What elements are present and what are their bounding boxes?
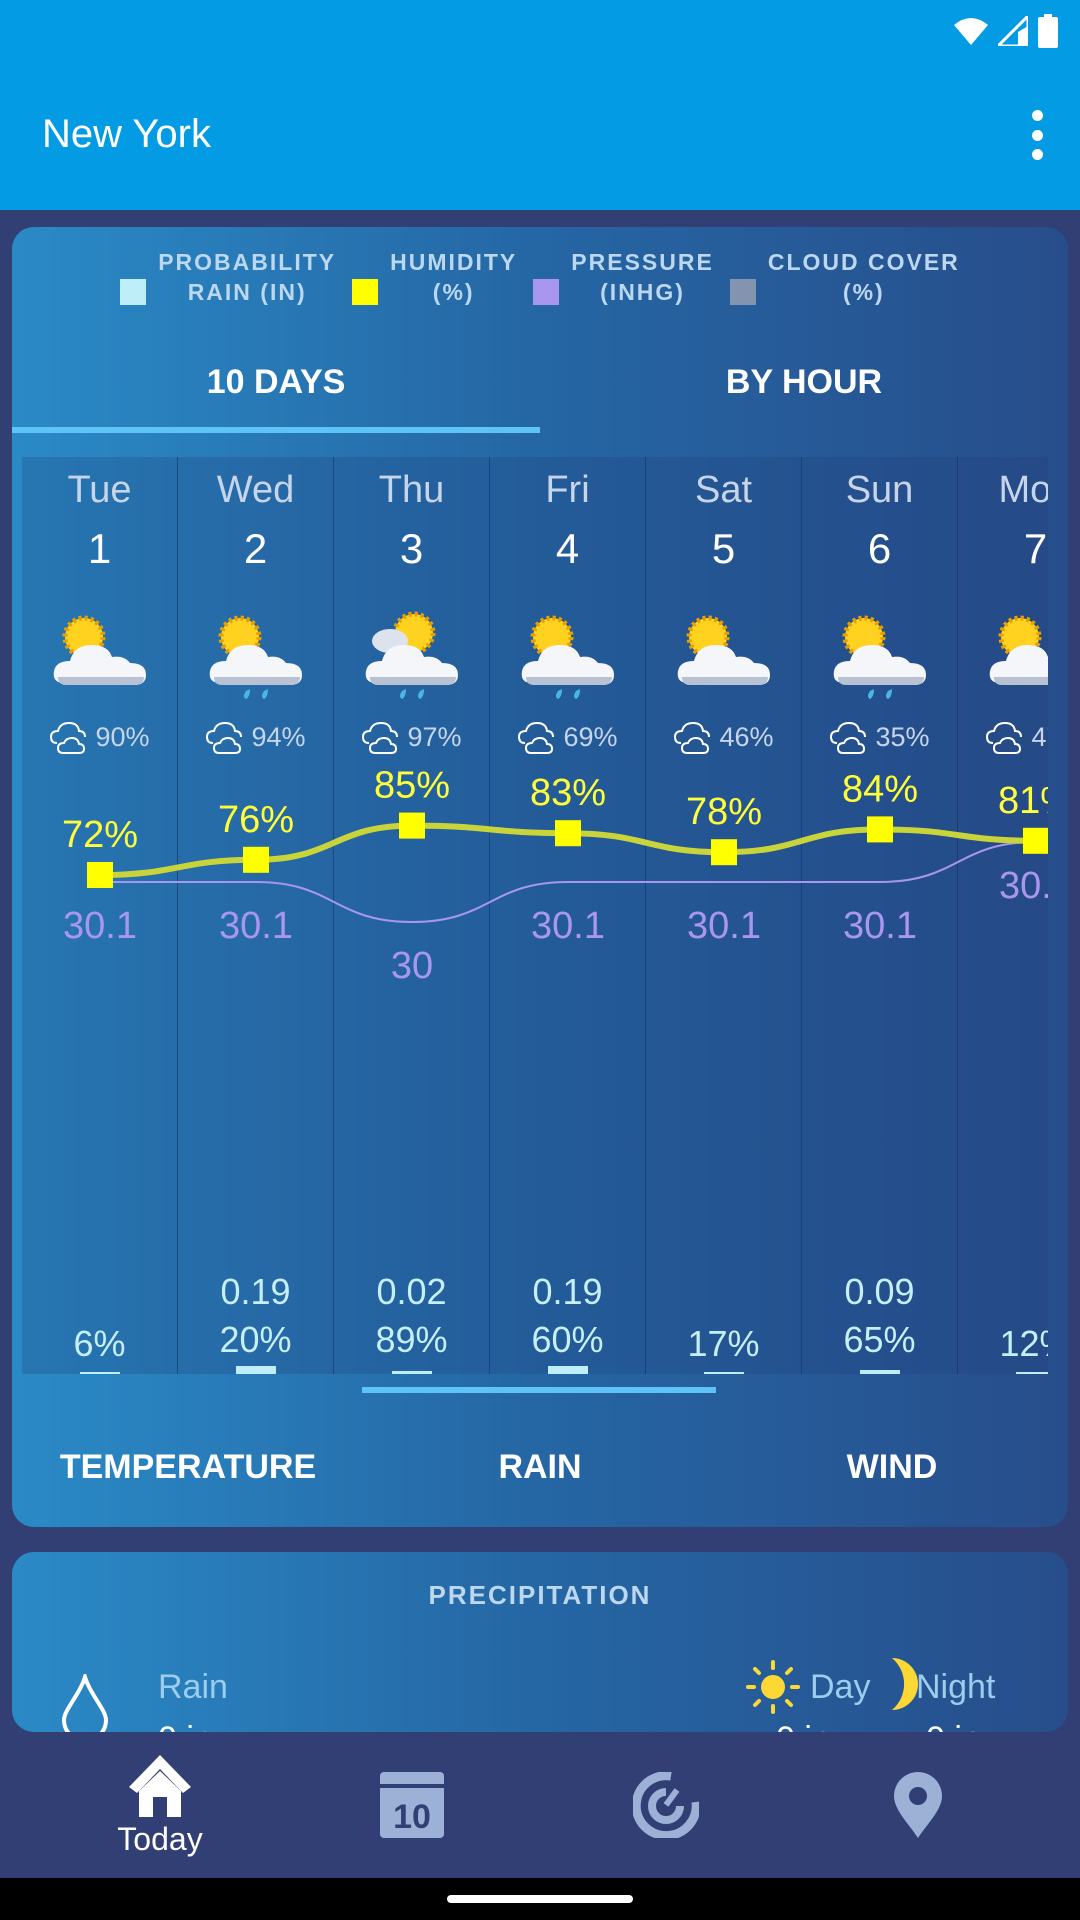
status-bar (0, 0, 1080, 60)
chart-legend: PROBABILITY RAIN (IN) HUMIDITY (%) PRESSUR… (12, 247, 1068, 307)
metric-tabs: TEMPERATURE RAIN WIND (12, 1387, 1068, 1517)
legend-item-probability: PROBABILITY RAIN (IN) (120, 247, 336, 307)
tab-wind[interactable]: WIND (716, 1417, 1068, 1517)
pressure-label: 30.1 (531, 905, 605, 947)
home-gesture-handle[interactable] (447, 1895, 633, 1903)
signal-icon (998, 16, 1028, 46)
humidity-point (87, 862, 113, 888)
system-navigation-bar (0, 1878, 1080, 1920)
tab-10-days[interactable]: 10 DAYS (12, 327, 540, 437)
humidity-point (555, 820, 581, 847)
humidity-point (399, 812, 425, 839)
legend-swatch (352, 279, 379, 305)
forecast-card: PROBABILITY RAIN (IN) HUMIDITY (%) PRESSUR… (12, 227, 1068, 1527)
forecast-chart[interactable]: Tue 1 90% 6% Wed 2 94% 0.19 20% Thu 3 97% 0.02 89% Fri… (22, 457, 1048, 1374)
app-bar: New York (0, 60, 1080, 210)
tab-by-hour[interactable]: BY HOUR (540, 327, 1068, 437)
legend-swatch (729, 279, 756, 305)
humidity-point (711, 839, 737, 866)
nav-radar[interactable] (566, 1732, 766, 1878)
pressure-label: 30.1 (687, 905, 761, 947)
wifi-icon (954, 18, 988, 45)
humidity-label: 84% (842, 768, 918, 810)
legend-item-pressure: PRESSURE (INHG) (533, 247, 714, 307)
sun-icon (746, 1660, 800, 1714)
legend-item-cloud-cover: CLOUD COVER (%) (729, 247, 960, 307)
legend-swatch (120, 279, 147, 305)
more-vert-icon (1031, 110, 1043, 121)
location-title: New York (42, 112, 211, 156)
pressure-label: 30 (391, 945, 433, 987)
pressure-label: 30.1 (843, 905, 917, 947)
nav-today[interactable]: Today (60, 1732, 260, 1878)
humidity-point (1023, 827, 1048, 854)
pressure-label: 30.2 (999, 865, 1048, 907)
pressure-label: 30.1 (219, 905, 293, 947)
calendar-10-icon: 10 (380, 1772, 444, 1838)
metric-tab-indicator (362, 1387, 716, 1393)
more-options-button[interactable] (1022, 110, 1052, 160)
legend-item-humidity: HUMIDITY (%) (352, 247, 517, 307)
humidity-label: 85% (374, 765, 450, 807)
day-value: 0 in (776, 1720, 831, 1732)
nav-locations[interactable] (818, 1732, 1018, 1878)
chart-lines: 72% 30.1 76% 30.1 85% 30 83% 30.1 78% 30.1 84% 30.1… (62, 765, 1048, 987)
nav-10-day[interactable]: 10 (312, 1732, 512, 1878)
svg-text:10: 10 (393, 1798, 431, 1836)
precipitation-title: PRECIPITATION (428, 1580, 652, 1610)
humidity-point (243, 846, 269, 873)
location-pin-icon (894, 1772, 942, 1838)
pressure-label: 30.1 (63, 905, 137, 947)
humidity-label: 72% (62, 814, 138, 856)
night-label: Night (916, 1668, 996, 1706)
humidity-label: 76% (218, 799, 294, 841)
nav-today-label: Today (117, 1820, 203, 1857)
battery-icon (1038, 14, 1058, 48)
day-label: Day (810, 1668, 871, 1706)
humidity-label: 78% (686, 791, 762, 833)
radar-icon (633, 1772, 699, 1838)
precipitation-card: PRECIPITATION Rain 0 in Day Night 0 in 0… (12, 1552, 1068, 1732)
tab-indicator (12, 427, 540, 433)
tab-rain[interactable]: RAIN (364, 1417, 716, 1517)
rain-value: 0 in (158, 1720, 213, 1732)
humidity-label: 83% (530, 772, 606, 814)
humidity-point (867, 816, 893, 843)
bottom-navigation: Today 10 (0, 1732, 1080, 1878)
humidity-label: 81% (998, 780, 1048, 822)
rain-label: Rain (158, 1668, 228, 1706)
home-icon (129, 1754, 191, 1817)
period-tabs: 10 DAYS BY HOUR (12, 327, 1068, 437)
legend-swatch (533, 279, 560, 305)
raindrop-icon (61, 1674, 109, 1732)
night-value: 0 in (926, 1720, 981, 1732)
tab-temperature[interactable]: TEMPERATURE (12, 1417, 364, 1517)
